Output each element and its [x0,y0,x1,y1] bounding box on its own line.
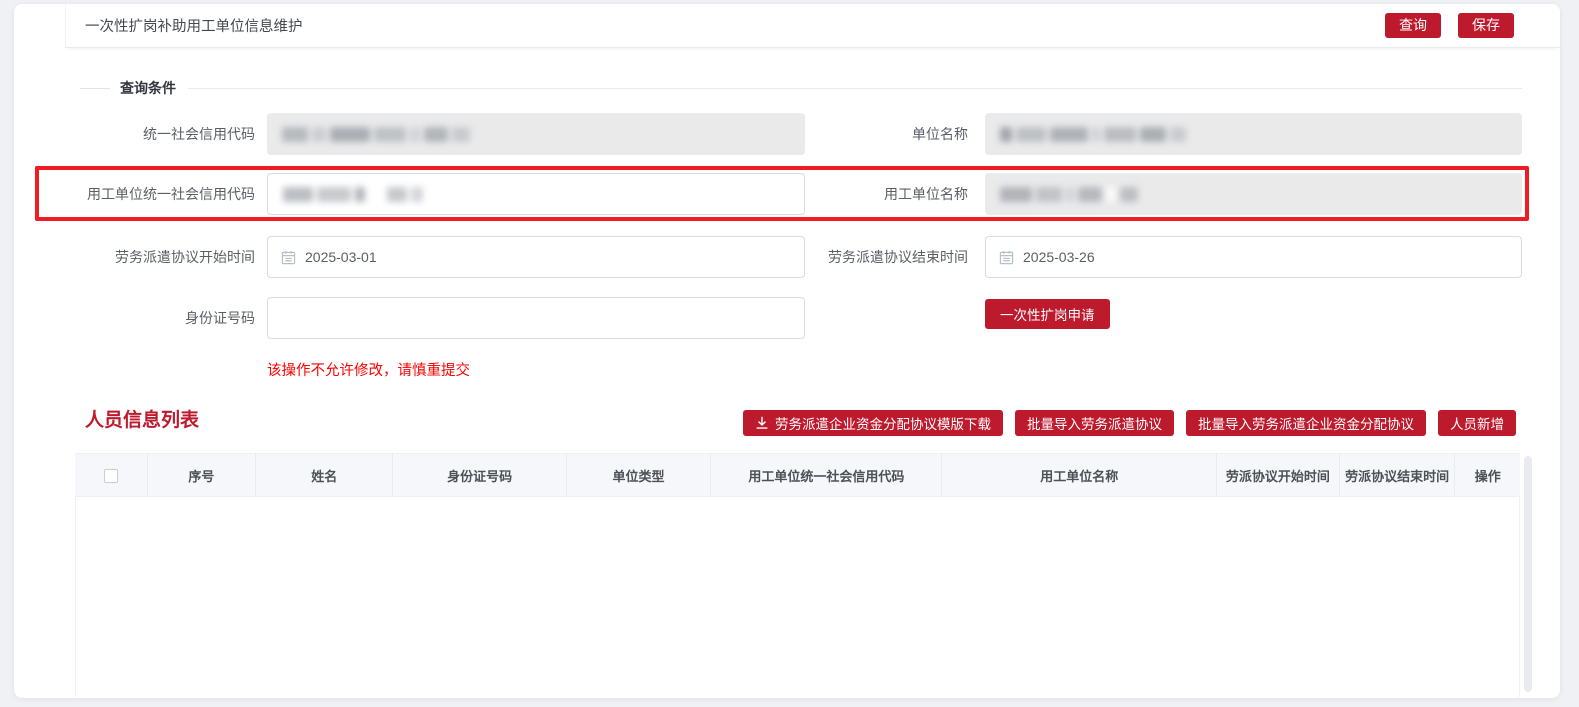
employer-credit-code-label: 用工单位统一社会信用代码 [25,173,255,215]
credit-code-label: 统一社会信用代码 [25,113,255,155]
add-person-button[interactable]: 人员新增 [1438,410,1516,436]
id-number-input[interactable] [267,297,805,339]
divider-line-right [188,88,1522,89]
employer-name-label: 用工单位名称 [740,173,968,215]
redacted-value-mask [267,113,805,155]
batch-import-dispatch-agreement-button[interactable]: 批量导入劳务派遣协议 [1015,410,1174,436]
personnel-list-actions: 劳务派遣企业资金分配协议模版下载 批量导入劳务派遣协议 批量导入劳务派遣企业资金… [743,410,1516,436]
dispatch-start-value: 2025-03-01 [305,249,377,265]
unit-name-label: 单位名称 [740,113,968,155]
dispatch-end-value: 2025-03-26 [1023,249,1095,265]
screen: 一次性扩岗补助用工单位信息维护 查询 保存 查询条件 统一社会信用代码 单位名称… [0,0,1579,707]
dispatch-start-date-input[interactable]: 2025-03-01 [267,236,805,278]
batch-import-fund-allocation-button[interactable]: 批量导入劳务派遣企业资金分配协议 [1186,410,1426,436]
col-agreement-start: 劳派协议开始时间 [1217,454,1340,497]
page-title: 一次性扩岗补助用工单位信息维护 [85,15,303,36]
query-button[interactable]: 查询 [1385,13,1441,38]
dispatch-end-date-input[interactable]: 2025-03-26 [985,236,1522,278]
divider-line-left [80,88,110,89]
download-icon [755,416,769,430]
col-agreement-end: 劳派协议结束时间 [1339,454,1455,497]
calendar-icon [999,250,1014,265]
col-employer-credit-code: 用工单位统一社会信用代码 [711,454,942,497]
redacted-value-mask [985,113,1522,155]
template-download-button[interactable]: 劳务派遣企业资金分配协议模版下载 [743,410,1003,436]
no-modify-warning-text: 该操作不允许修改，请慎重提交 [267,359,470,380]
table-scrollbar[interactable] [1524,456,1532,692]
col-actions: 操作 [1455,454,1520,497]
col-unit-type: 单位类型 [566,454,711,497]
one-time-expansion-apply-button[interactable]: 一次性扩岗申请 [985,299,1110,329]
select-all-checkbox[interactable] [104,469,118,483]
col-name: 姓名 [256,454,393,497]
table-empty-body [75,497,1520,697]
col-seq: 序号 [147,454,255,497]
employer-credit-code-input[interactable] [267,173,805,215]
employer-name-field [985,173,1522,215]
table-header-row: 序号 姓名 身份证号码 单位类型 用工单位统一社会信用代码 用工单位名称 劳派协… [75,454,1520,497]
header-actions: 查询 保存 [1385,13,1560,38]
redacted-value-mask [268,174,804,214]
dispatch-end-label: 劳务派遣协议结束时间 [740,236,968,278]
col-id-number: 身份证号码 [393,454,566,497]
personnel-table: 序号 姓名 身份证号码 单位类型 用工单位统一社会信用代码 用工单位名称 劳派协… [75,453,1520,697]
calendar-icon [281,250,296,265]
credit-code-field [267,113,805,155]
redacted-value-mask [985,173,1522,215]
id-number-label: 身份证号码 [25,297,255,339]
select-all-header [75,454,147,497]
query-section-title: 查询条件 [120,78,176,98]
unit-name-field [985,113,1522,155]
page-header: 一次性扩岗补助用工单位信息维护 查询 保存 [65,4,1560,48]
template-download-label: 劳务派遣企业资金分配协议模版下载 [775,413,991,433]
dispatch-start-label: 劳务派遣协议开始时间 [25,236,255,278]
save-button[interactable]: 保存 [1458,13,1514,38]
query-section-header: 查询条件 [80,78,1522,98]
personnel-list-title: 人员信息列表 [85,405,199,432]
col-employer-name: 用工单位名称 [942,454,1217,497]
